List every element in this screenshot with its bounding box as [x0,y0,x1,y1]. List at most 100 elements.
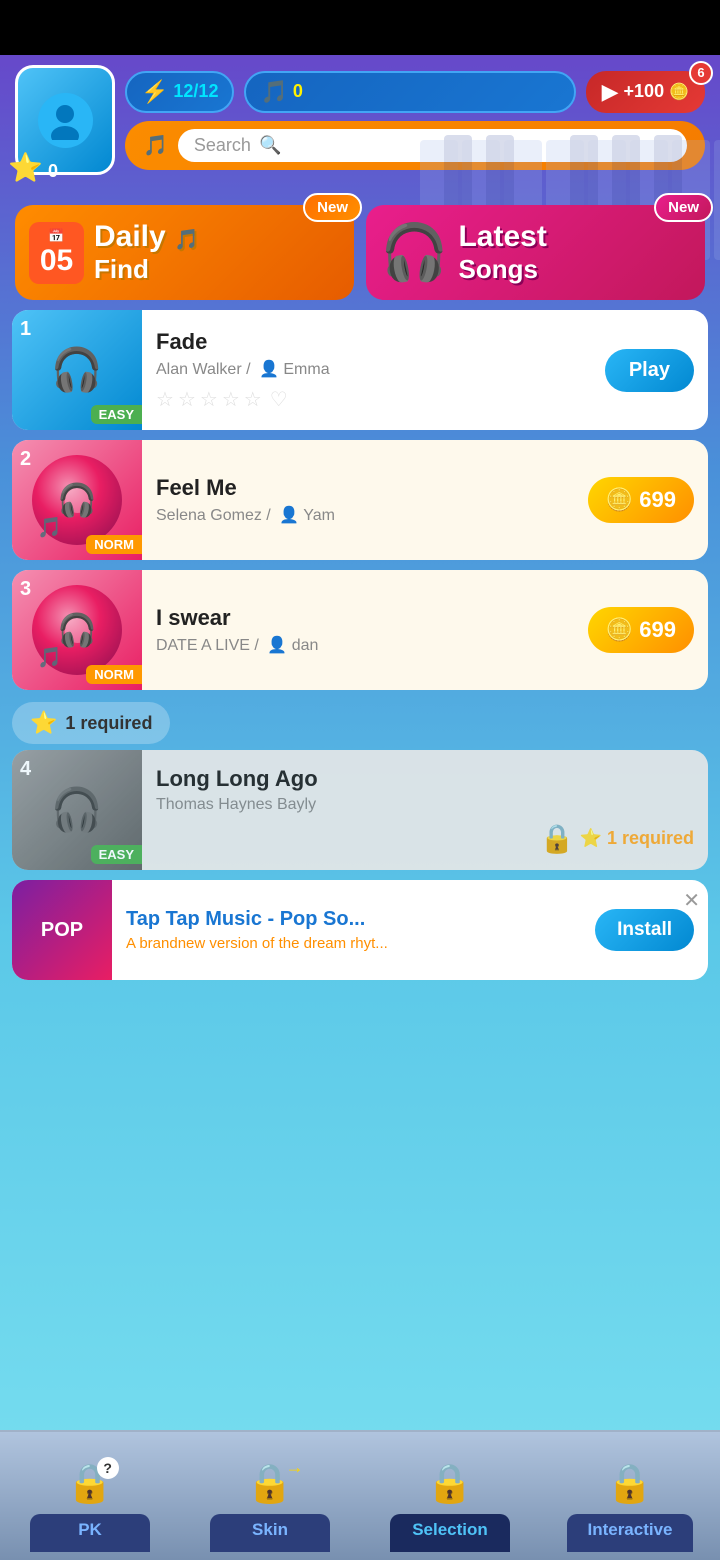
locked-star-icon: ⭐ [30,710,57,736]
daily-date: 05 [39,244,74,278]
difficulty-1: EASY [91,405,142,424]
latest-subtitle-text: Songs [458,254,546,285]
song-rank-2: 2 [20,448,31,471]
artist-name-2: Selena Gomez / [156,507,271,524]
avatar[interactable]: ⭐ 0 [15,65,115,175]
cover-by-1: Emma [283,361,329,378]
nav-lock-skin: 🔒 → [246,1462,293,1506]
headphone-icon: 🎧 [380,220,448,285]
nav-label-pk: PK [78,1520,102,1539]
nav-label-selection: Selection [412,1520,488,1539]
latest-songs-button[interactable]: 🎧 Latest Songs New [366,205,705,300]
nav-tab-block-selection: Selection [390,1514,510,1552]
favorite-icon-1[interactable]: ♡ [270,387,288,412]
song-item-3[interactable]: 3 🎧 🎵 NORM I swear DATE A LIVE / 👤 dan 🪙… [12,570,708,690]
song-item-1[interactable]: 1 🎧 EASY Fade Alan Walker / 👤 Emma ☆ ☆ ☆… [12,310,708,430]
song-rank-3: 3 [20,578,31,601]
locked-req-text: 1 required [65,713,152,734]
nav-lock-selection: 🔒 [426,1462,473,1506]
nav-item-interactive[interactable]: 🔒 Interactive [540,1432,720,1560]
lock-icon-selection: 🔒 [426,1463,473,1505]
song-title-4: Long Long Ago [156,766,694,792]
star-icon: ⭐ [8,151,43,184]
price-button-2[interactable]: 🪙 699 [588,477,694,523]
song-thumb-3: 3 🎧 🎵 NORM [12,570,142,690]
arrow-badge-skin: → [286,1457,304,1478]
star-5: ☆ [244,387,262,412]
song-rating-1: ☆ ☆ ☆ ☆ ☆ ♡ [156,387,591,412]
song-thumb-4: 4 🎧 EASY [12,750,142,870]
require-text-4: 1 required [607,828,694,849]
install-button[interactable]: Install [595,909,694,951]
daily-new-badge: New [303,193,362,222]
energy-value: 12/12 [173,81,218,102]
difficulty-2: NORM [86,535,142,554]
bottom-spacer [0,980,720,1130]
calendar-icon-label: 📅 [39,228,74,244]
headphone-icon-1: 🎧 [51,346,103,395]
difficulty-4: EASY [91,845,142,864]
song-item-4[interactable]: 4 🎧 EASY Long Long Ago Thomas Haynes Bay… [12,750,708,870]
cover-by-3: dan [292,637,319,654]
song-thumb-2: 2 🎧 🎵 NORM [12,440,142,560]
ad-title: Tap Tap Music - Pop So... [126,908,581,931]
nav-tab-block-interactive: Interactive [567,1514,692,1552]
nav-tab-block-skin: Skin [210,1514,330,1552]
avatar-image [38,93,93,148]
user-stars: 0 [48,161,58,182]
daily-text: Daily 🎵 Find [94,220,199,285]
music-note-icon: 🎵 [143,133,168,158]
daily-title-text: Daily 🎵 [94,220,199,254]
nav-label-skin: Skin [252,1520,288,1539]
disk-visual-2: 🎧 🎵 [32,455,122,545]
ad-app-label: POP [41,919,83,942]
latest-subtitle-label: Songs [458,254,537,284]
person-icon-2: 👤 [279,507,299,524]
latest-new-badge: New [654,193,713,222]
locked-song-list: 4 🎧 EASY Long Long Ago Thomas Haynes Bay… [0,750,720,870]
require-label-4: ⭐ [580,828,602,849]
coin-value: 0 [293,81,303,102]
song-item-2[interactable]: 2 🎧 🎵 NORM Feel Me Selena Gomez / 👤 Yam … [12,440,708,560]
ad-subtitle: A brandnew version of the dream rhyt... [126,935,581,952]
ad-close-button[interactable]: ✕ [683,888,700,913]
song-rank-4: 4 [20,758,31,781]
song-rank-1: 1 [20,318,31,341]
search-magnifier-icon: 🔍 [259,135,281,156]
song-artist-4: Thomas Haynes Bayly [156,796,694,814]
nav-lock-pk: 🔒 ? [66,1462,113,1506]
coin-price-icon-3: 🪙 [606,617,633,643]
star-4: ☆ [222,387,240,412]
play-button-1[interactable]: Play [605,349,694,392]
star-3: ☆ [200,387,218,412]
song-artist-3: DATE A LIVE / 👤 dan [156,635,574,655]
nav-item-skin[interactable]: 🔒 → Skin [180,1432,360,1560]
person-icon-3: 👤 [267,637,287,654]
song-thumb-1: 1 🎧 EASY [12,310,142,430]
daily-subtitle-text: Find [94,254,199,285]
song-artist-2: Selena Gomez / 👤 Yam [156,505,574,525]
headphone-icon-4: 🎧 [51,786,103,835]
lock-icon-interactive: 🔒 [606,1463,653,1505]
nav-item-selection[interactable]: 🔒 Selection [360,1432,540,1560]
song-title-1: Fade [156,329,591,355]
latest-title-label: Latest [458,220,546,253]
star-2: ☆ [178,387,196,412]
price-button-3[interactable]: 🪙 699 [588,607,694,653]
ad-info: Tap Tap Music - Pop So... A brandnew ver… [112,896,595,964]
headphone-icon-3: 🎧 [57,611,97,649]
question-mark-pk: ? [97,1457,119,1479]
headphone-icon-2: 🎧 [57,481,97,519]
daily-find-button[interactable]: 📅 05 Daily 🎵 Find New [15,205,354,300]
daily-title-label: Daily [94,220,166,253]
ad-app-icon: POP [12,880,112,980]
lock-requirement: 🔒 ⭐ 1 required [156,822,694,855]
energy-badge[interactable]: ⚡ 12/12 [125,71,234,113]
song-info-1: Fade Alan Walker / 👤 Emma ☆ ☆ ☆ ☆ ☆ ♡ [142,315,605,426]
nav-label-interactive: Interactive [587,1520,672,1539]
daily-subtitle-label: Find [94,254,149,284]
latest-text: Latest Songs [458,220,546,285]
ad-banner[interactable]: POP Tap Tap Music - Pop So... A brandnew… [12,880,708,980]
nav-item-pk[interactable]: 🔒 ? PK [0,1432,180,1560]
nav-tab-block-pk: PK [30,1514,150,1552]
